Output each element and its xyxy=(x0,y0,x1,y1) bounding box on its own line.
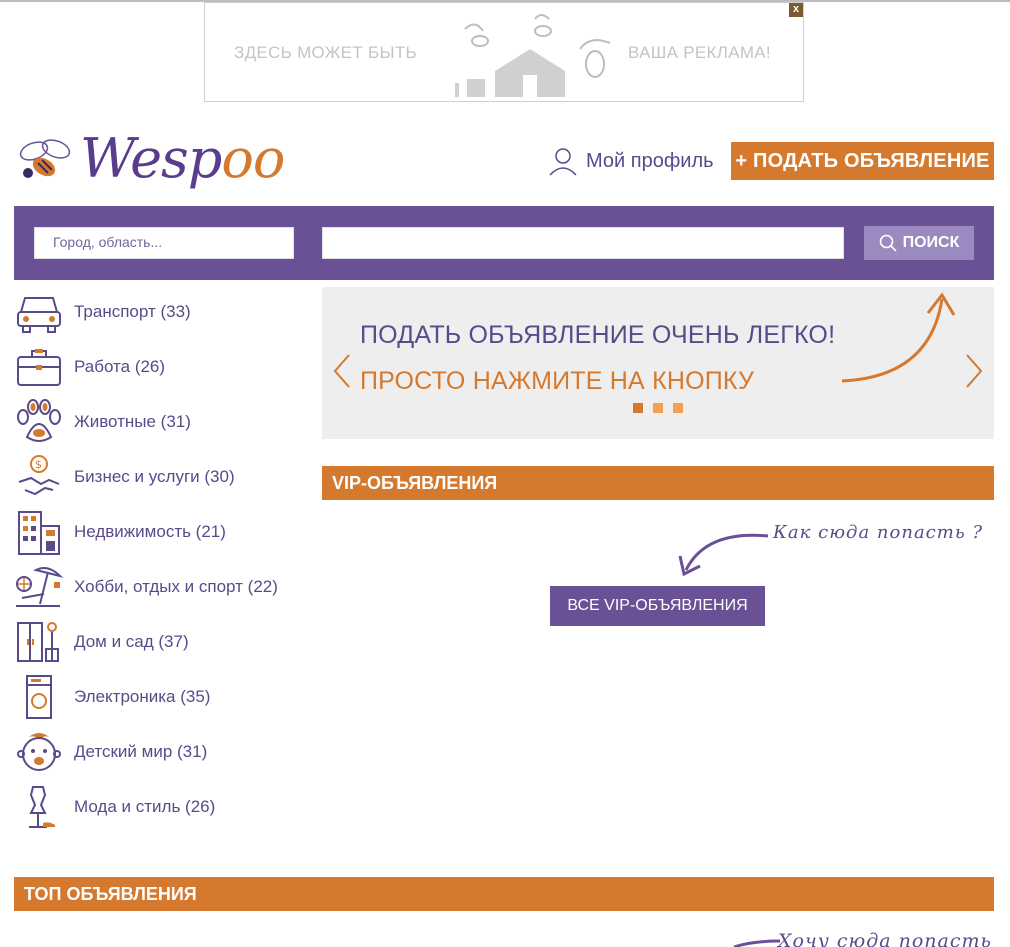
washing-machine-icon xyxy=(26,674,52,719)
top-section-header: ТОП ОБЪЯВЛЕНИЯ xyxy=(14,877,994,911)
my-profile-link[interactable]: Мой профиль xyxy=(548,146,714,176)
category-label: Дом и сад (37) xyxy=(74,631,189,651)
slider-dot[interactable] xyxy=(633,403,643,413)
city-input[interactable]: Город, область... xyxy=(34,227,294,259)
baby-icon xyxy=(17,732,61,771)
category-real-estate[interactable]: Недвижимость (21) xyxy=(14,504,314,559)
user-icon xyxy=(549,148,577,176)
category-electronics[interactable]: Электроника (35) xyxy=(14,669,314,724)
slider-line-1: ПОДАТЬ ОБЪЯВЛЕНИЕ ОЧЕНЬ ЛЕГКО! xyxy=(360,321,836,349)
top-how-link[interactable]: Хочу сюда попасть xyxy=(778,930,992,947)
vip-how-link[interactable]: Как сюда попасть ? xyxy=(773,522,983,543)
briefcase-icon xyxy=(17,348,61,386)
slider-dot[interactable] xyxy=(673,403,683,413)
site-logo[interactable]: Wespoo xyxy=(14,125,285,200)
curved-arrow-icon xyxy=(841,292,956,383)
category-label: Работа (26) xyxy=(74,356,166,376)
ad-right-text: ВАША РЕКЛАМА! xyxy=(628,43,771,62)
slider-line-2: ПРОСТО НАЖМИТЕ НА КНОПКУ xyxy=(360,367,755,395)
category-fashion[interactable]: Мода и стиль (26) xyxy=(14,779,314,834)
beach-icon xyxy=(16,566,64,607)
category-label: Недвижимость (21) xyxy=(74,521,226,541)
furniture-icon xyxy=(17,621,59,662)
category-business[interactable]: $ Бизнес и услуги (30) xyxy=(14,449,314,504)
post-ad-button[interactable]: + ПОДАТЬ ОБЪЯВЛЕНИЕ xyxy=(731,142,994,180)
category-label: Животные (31) xyxy=(74,411,191,431)
category-home-garden[interactable]: Дом и сад (37) xyxy=(14,614,314,669)
hint-arrow-icon xyxy=(678,533,769,577)
profile-label: Мой профиль xyxy=(586,149,714,172)
category-kids[interactable]: Детский мир (31) xyxy=(14,724,314,779)
mannequin-icon xyxy=(29,785,55,828)
category-work[interactable]: Работа (26) xyxy=(14,339,314,394)
category-hobby[interactable]: Хобби, отдых и спорт (22) xyxy=(14,559,314,614)
search-button[interactable]: ПОИСК xyxy=(864,226,974,260)
category-label: Детский мир (31) xyxy=(74,741,208,761)
search-input[interactable] xyxy=(322,227,844,259)
ad-left-text: ЗДЕСЬ МОЖЕТ БЫТЬ xyxy=(234,43,417,62)
paw-icon xyxy=(17,398,61,442)
category-transport[interactable]: Транспорт (33) xyxy=(14,284,314,339)
search-icon xyxy=(879,234,897,252)
category-label: Транспорт (33) xyxy=(74,301,191,321)
promo-slider: ПОДАТЬ ОБЪЯВЛЕНИЕ ОЧЕНЬ ЛЕГКО! ПРОСТО НА… xyxy=(322,287,994,439)
search-bar: Город, область... ПОИСК xyxy=(14,206,994,280)
car-icon xyxy=(17,296,61,333)
chevron-right-icon[interactable] xyxy=(964,353,984,389)
category-label: Хобби, отдых и спорт (22) xyxy=(74,576,278,596)
chevron-left-icon[interactable] xyxy=(332,353,352,389)
bee-logo-icon xyxy=(19,139,71,178)
all-vip-button[interactable]: ВСЕ VIP-ОБЪЯВЛЕНИЯ xyxy=(550,586,765,626)
search-button-label: ПОИСК xyxy=(902,234,960,251)
ad-banner[interactable]: ЗДЕСЬ МОЖЕТ БЫТЬ ВАША РЕКЛАМА! x xyxy=(204,2,804,102)
category-label: Бизнес и услуги (30) xyxy=(74,466,235,486)
bees-hut-illustration xyxy=(455,14,611,97)
category-label: Электроника (35) xyxy=(74,686,211,706)
hint-arrow-icon xyxy=(733,939,781,947)
slider-dot[interactable] xyxy=(653,403,663,413)
vip-section-header: VIP-ОБЪЯВЛЕНИЯ xyxy=(322,466,994,500)
building-icon xyxy=(18,510,60,555)
handshake-icon: $ xyxy=(18,454,60,495)
slider-dots xyxy=(633,403,693,413)
category-label: Мода и стиль (26) xyxy=(74,796,216,816)
svg-text:$: $ xyxy=(35,458,42,471)
category-animals[interactable]: Животные (31) xyxy=(14,394,314,449)
logo-wordmark: Wespoo xyxy=(80,127,285,190)
ad-close-button[interactable]: x xyxy=(789,3,803,17)
